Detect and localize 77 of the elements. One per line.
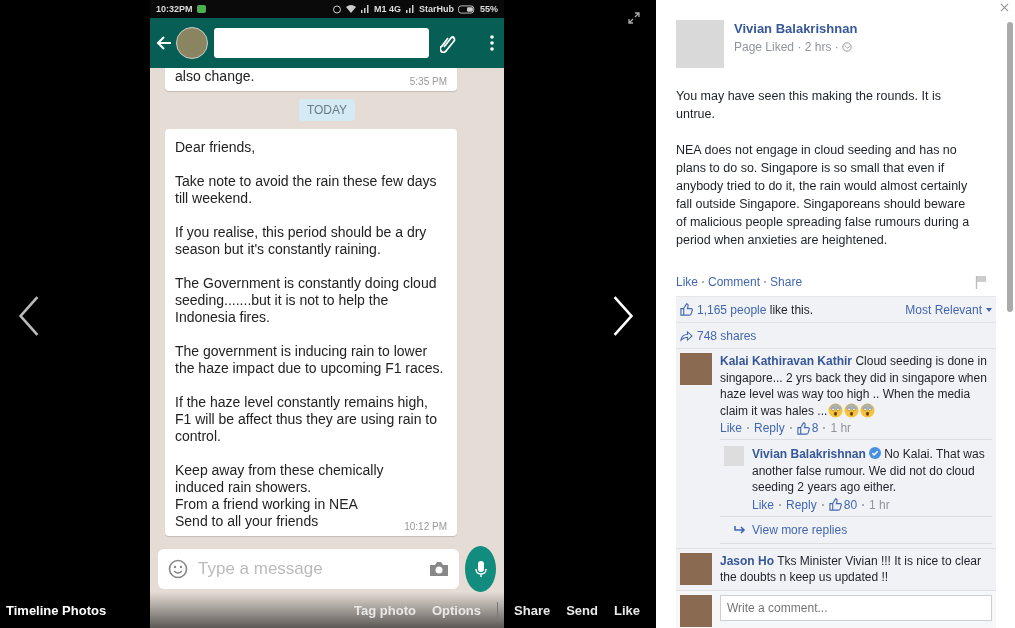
message-text: The government is inducing rain to lower the haze impact due to upcoming F1 races. xyxy=(175,343,445,377)
comment-text: Vivian Balakrishnan No Kalai. That was another false rumour. We did not do cloud seeding 2 years ago either. xyxy=(752,446,986,496)
like-count[interactable]: 80 xyxy=(843,497,858,512)
message-time: 5:35 PM xyxy=(409,76,447,87)
message-time: 10:12 PM xyxy=(404,521,447,532)
wifi-icon xyxy=(345,4,356,14)
post-action-link[interactable]: Comment xyxy=(708,275,761,289)
smiley-icon xyxy=(168,559,188,579)
avatar-photo xyxy=(724,446,744,466)
status-time: 10:32PM xyxy=(156,4,193,14)
signal-icon xyxy=(404,4,415,14)
battery-level: 55% xyxy=(480,4,498,14)
share-action-link[interactable]: Send xyxy=(566,602,598,618)
contact-avatar-photo xyxy=(176,27,208,59)
notification-icon xyxy=(196,5,206,13)
message-text: If you realise, this period should be a dry season but it's constantly raining. xyxy=(175,224,428,258)
message-text: Take note to avoid the rain these few days till weekend. xyxy=(175,173,438,207)
thumbs-up-icon xyxy=(680,303,693,316)
avatar-photo xyxy=(680,353,712,385)
comment-action-link[interactable]: Reply xyxy=(786,497,817,512)
author-avatar-photo xyxy=(676,20,724,68)
comment-action-link[interactable]: Reply xyxy=(754,421,785,435)
like-count[interactable]: 8 xyxy=(811,421,819,435)
comment-action-link[interactable]: Like xyxy=(720,421,742,435)
view-more-replies-link[interactable]: View more replies xyxy=(752,522,848,537)
message-input-field[interactable]: Type a message xyxy=(158,549,459,589)
message-text: Dear friends, xyxy=(175,139,257,156)
signal-icon xyxy=(359,4,370,14)
comment-action-link[interactable]: Like xyxy=(752,497,774,512)
sort-dropdown[interactable]: Most Relevant xyxy=(905,302,982,317)
share-arrow-icon xyxy=(680,329,693,342)
post-meta: Page Liked · 2 hrs · xyxy=(734,40,839,54)
close-icon[interactable] xyxy=(1000,3,1009,12)
album-title[interactable]: Timeline Photos xyxy=(6,602,107,618)
user-avatar-photo xyxy=(680,594,712,627)
comment-text: Jason Ho Tks Minister Vivian !!! It is nice to clear the doubts n keep us updated !! xyxy=(720,552,982,586)
fullscreen-icon[interactable] xyxy=(628,12,640,24)
post-text: You may have seen this making the rounds. It is untrue. xyxy=(676,88,942,123)
share-action-link[interactable]: Like xyxy=(614,602,640,618)
comment-time: 1 hr xyxy=(869,497,890,512)
more-options-icon[interactable] xyxy=(490,35,494,51)
screaming-face-icon xyxy=(844,402,860,418)
thumbs-up-icon xyxy=(828,498,842,511)
carrier-label: M1 4G xyxy=(373,4,401,14)
post-text: NEA does not engage in cloud seeding and has no plans to do so. Singapore is so small that even if anybody tried to do it, the rain would almost certainly fall outside Singapore. Singaporeans should beware of malicious people spreading false rumours during a period when anxieties are heightened. xyxy=(676,142,971,249)
author-name[interactable]: Vivian Balakrishnan xyxy=(734,21,858,36)
post-action-link[interactable]: Like xyxy=(676,275,698,289)
comment-time: 1 hr xyxy=(830,421,852,435)
microphone-icon xyxy=(474,560,487,578)
message-text: also change. xyxy=(175,68,256,85)
shares-count[interactable]: 748 shares xyxy=(697,328,757,343)
alarm-icon xyxy=(331,4,342,14)
scrollbar[interactable] xyxy=(1007,22,1013,312)
screaming-face-icon xyxy=(860,402,876,418)
thumbs-up-icon xyxy=(796,421,810,435)
globe-icon xyxy=(841,42,852,52)
comment-text: Kalai Kathiravan Kathir Cloud seeding is done in singapore... 2 yrs back they did in singapore when haze level was way too high .. When the media claim it was hales ... xyxy=(720,353,988,419)
screaming-face-icon xyxy=(828,402,844,418)
avatar-photo xyxy=(680,552,712,585)
reply-arrow-icon xyxy=(734,524,746,535)
comment-input-field[interactable]: Write a comment... xyxy=(720,594,992,621)
caret-icon xyxy=(986,307,992,312)
likes-summary: 1,165 people like this. xyxy=(697,302,814,317)
microphone-button[interactable] xyxy=(465,546,496,592)
message-text: Keep away from these chemically induced rain showers. From a friend working in NEA Send to all your friends xyxy=(175,462,385,530)
carrier-label: StarHub xyxy=(418,4,454,14)
share-action-link[interactable]: Share xyxy=(514,602,551,618)
camera-icon[interactable] xyxy=(429,561,449,577)
date-chip: TODAY xyxy=(298,99,356,121)
message-text: If the haze level constantly remains high, F1 will be affect thus they are using rain to control. xyxy=(175,394,438,445)
back-arrow-icon[interactable] xyxy=(156,35,172,51)
verified-badge-icon xyxy=(868,447,881,459)
post-action-link[interactable]: Share xyxy=(770,275,803,289)
message-text: The Government is constantly doing cloud seeding.......but it is not to help the Indonesia fires. xyxy=(175,275,438,326)
paperclip-icon[interactable] xyxy=(440,33,456,53)
battery-icon xyxy=(458,4,476,14)
message-input-field[interactable]: Type a message xyxy=(196,558,421,580)
